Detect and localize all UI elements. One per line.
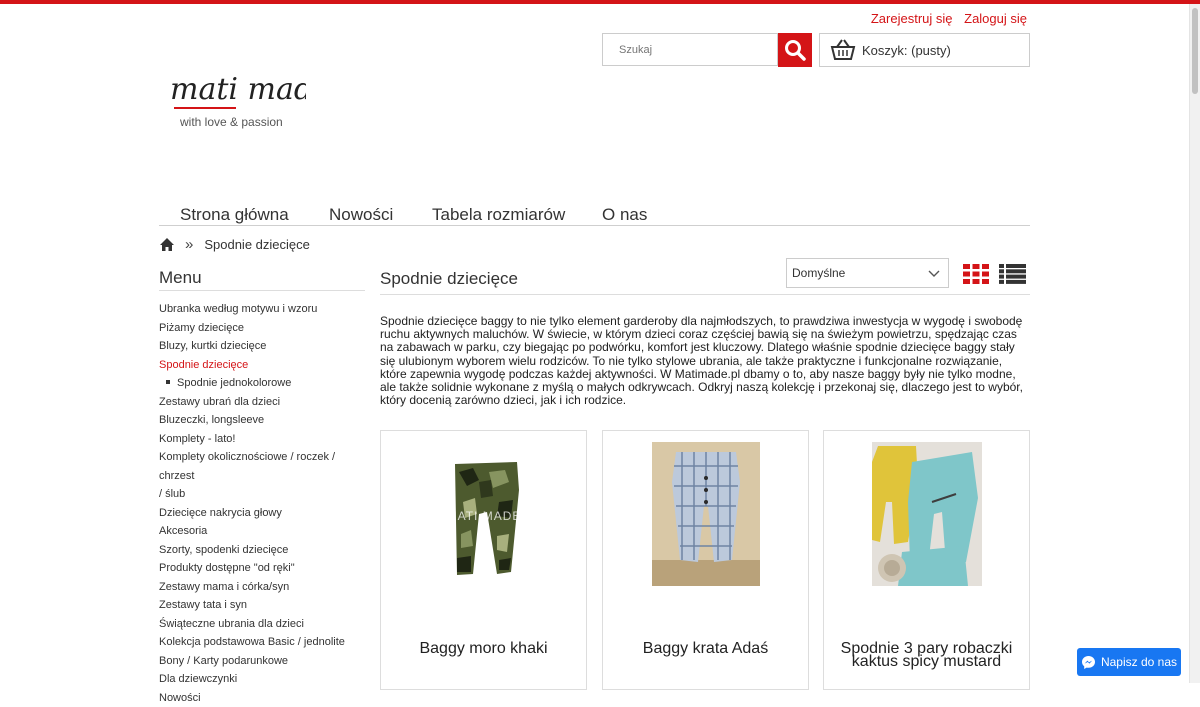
page-scrollbar[interactable] xyxy=(1189,4,1200,683)
sidebar-item[interactable]: Komplety okolicznościowe / roczek / chrz… xyxy=(159,448,365,485)
product-card[interactable]: Spodnie 3 pary robaczki kaktus spicy mus… xyxy=(823,430,1030,690)
breadcrumb-current: Spodnie dziecięce xyxy=(204,237,310,252)
product-name-line-2: kaktus spicy mustard xyxy=(824,655,1029,668)
nav-item-home[interactable]: Strona główna xyxy=(180,205,289,225)
sidebar-item[interactable]: Bony / Karty podarunkowe xyxy=(159,652,365,671)
sidebar-title: Menu xyxy=(159,268,202,288)
sidebar-item[interactable]: Komplety - lato! xyxy=(159,430,365,449)
sidebar-item[interactable]: Zestawy mama i córka/syn xyxy=(159,578,365,597)
messenger-chat-button[interactable]: Napisz do nas xyxy=(1077,648,1181,676)
sidebar-item[interactable]: Zestawy tata i syn xyxy=(159,596,365,615)
product-name[interactable]: Baggy krata Adaś xyxy=(603,642,808,655)
breadcrumb: » Spodnie dziecięce xyxy=(159,236,310,253)
product-card[interactable]: MATI MADE Baggy moro khaki xyxy=(380,430,587,690)
category-divider xyxy=(380,294,1030,295)
sidebar-item[interactable]: Produkty dostępne "od ręki" xyxy=(159,559,365,578)
search-input[interactable] xyxy=(603,34,777,65)
grid-view-icon[interactable] xyxy=(963,264,989,284)
home-icon[interactable] xyxy=(159,237,175,252)
sidebar-item[interactable]: Ubranka według motywu i wzoru xyxy=(159,300,365,319)
main-navigation: Strona główna Nowości Tabela rozmiarów O… xyxy=(159,203,1030,226)
bullet-icon xyxy=(166,380,170,384)
sort-selected-value: Domyślne xyxy=(792,266,845,280)
sidebar-item[interactable]: Bluzy, kurtki dziecięce xyxy=(159,337,365,356)
site-logo[interactable]: mati made with love & passion xyxy=(166,66,306,136)
search-field xyxy=(602,33,778,66)
login-link[interactable]: Zaloguj się xyxy=(964,11,1027,26)
sidebar-menu: Ubranka według motywu i wzoru Piżamy dzi… xyxy=(159,300,365,707)
sidebar-item[interactable]: Zestawy ubrań dla dzieci xyxy=(159,393,365,412)
sort-select[interactable]: Domyślne xyxy=(786,258,949,288)
sidebar-item-active[interactable]: Spodnie dziecięce xyxy=(159,356,365,375)
sidebar-item[interactable]: Piżamy dziecięce xyxy=(159,319,365,338)
cart-button[interactable]: Koszyk: (pusty) xyxy=(819,33,1030,67)
product-image[interactable]: MATI MADE xyxy=(439,442,529,592)
sidebar-item[interactable]: Szorty, spodenki dziecięce xyxy=(159,541,365,560)
sidebar-item-continuation[interactable]: / ślub xyxy=(159,485,365,504)
sidebar-item[interactable]: Akcesoria xyxy=(159,522,365,541)
basket-icon xyxy=(830,39,856,61)
sidebar-subitem[interactable]: Spodnie jednokolorowe xyxy=(159,374,365,393)
category-description: Spodnie dziecięce baggy to nie tylko ele… xyxy=(380,315,1030,407)
scrollbar-thumb[interactable] xyxy=(1192,8,1198,94)
chevron-down-icon xyxy=(928,268,940,278)
nav-item-size-chart[interactable]: Tabela rozmiarów xyxy=(432,205,565,225)
product-name[interactable]: Spodnie 3 pary robaczki kaktus spicy mus… xyxy=(824,642,1029,668)
top-accent-bar xyxy=(0,0,1200,4)
sidebar-item[interactable]: Bluzeczki, longsleeve xyxy=(159,411,365,430)
messenger-label: Napisz do nas xyxy=(1101,655,1177,669)
sidebar-divider xyxy=(159,290,365,291)
nav-item-about[interactable]: O nas xyxy=(602,205,647,225)
list-view-icon[interactable] xyxy=(999,264,1026,284)
product-name[interactable]: Baggy moro khaki xyxy=(381,642,586,655)
logo-tagline: with love & passion xyxy=(179,115,283,129)
sidebar-item[interactable]: Świąteczne ubrania dla dzieci xyxy=(159,615,365,634)
product-card[interactable]: Baggy krata Adaś xyxy=(602,430,809,690)
breadcrumb-separator: » xyxy=(185,236,193,253)
sidebar-item[interactable]: Dla dziewczynki xyxy=(159,670,365,689)
search-icon xyxy=(784,39,806,61)
register-link[interactable]: Zarejestruj się xyxy=(871,11,953,26)
cart-label: Koszyk: (pusty) xyxy=(862,43,951,58)
sidebar-item[interactable]: Kolekcja podstawowa Basic / jednolite xyxy=(159,633,365,652)
sidebar-item[interactable]: Nowości xyxy=(159,689,365,707)
logo-wordmark: mati made xyxy=(170,72,306,107)
account-links: Zarejestruj się Zaloguj się xyxy=(863,11,1027,26)
category-title: Spodnie dziecięce xyxy=(380,269,518,289)
messenger-icon xyxy=(1081,655,1096,670)
watermark-text: MATI MADE xyxy=(446,509,521,523)
sidebar-item[interactable]: Dziecięce nakrycia głowy xyxy=(159,504,365,523)
sidebar-subitem-label: Spodnie jednokolorowe xyxy=(177,377,291,389)
product-image[interactable] xyxy=(652,442,760,586)
product-image[interactable] xyxy=(872,442,982,586)
nav-item-new[interactable]: Nowości xyxy=(329,205,393,225)
search-button[interactable] xyxy=(778,33,812,67)
